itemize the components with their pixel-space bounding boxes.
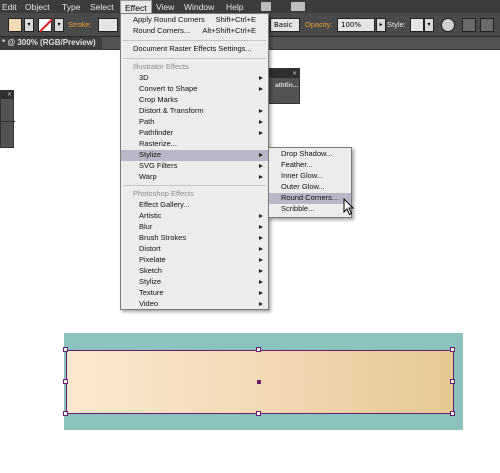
menu-item-texture[interactable]: Texture: [121, 288, 268, 299]
recolor-artwork-icon[interactable]: [441, 18, 455, 32]
selection-handle[interactable]: [450, 347, 455, 352]
menu-help[interactable]: Help: [226, 2, 243, 12]
effect-menu: Apply Round Corners Shift+Ctrl+E Round C…: [120, 13, 269, 310]
submenu-arrow-icon: [259, 214, 263, 218]
submenu-arrow-icon: [259, 258, 263, 262]
menu-item-stylize-photoshop[interactable]: Stylize: [121, 277, 268, 288]
submenu-arrow-icon: [259, 109, 263, 113]
menu-item-round-corners[interactable]: Round Corners... Alt+Shift+Ctrl+E: [121, 26, 268, 37]
menu-item-pathfinder[interactable]: Pathfinder: [121, 128, 268, 139]
submenu-arrow-icon: [259, 269, 263, 273]
submenu-arrow-icon: [259, 291, 263, 295]
menu-view[interactable]: View: [156, 2, 174, 12]
stroke-label: Stroke:: [68, 20, 92, 29]
menu-item-artistic[interactable]: Artistic: [121, 211, 268, 222]
submenu-item-scribble[interactable]: Scribble...: [269, 204, 351, 215]
mouse-pointer-icon: [343, 198, 355, 216]
arrange-documents-icon[interactable]: [291, 2, 305, 11]
menu-type[interactable]: Type: [62, 2, 80, 12]
fill-dropdown-arrow-icon[interactable]: ▾: [24, 18, 34, 32]
menu-select[interactable]: Select: [90, 2, 114, 12]
submenu-arrow-icon: [259, 131, 263, 135]
pathfinder-tab[interactable]: athfin...: [275, 82, 298, 89]
stroke-dropdown-arrow-icon[interactable]: ▾: [54, 18, 64, 32]
menu-item-path[interactable]: Path: [121, 117, 268, 128]
brush-style-dropdown[interactable]: Basic: [270, 18, 300, 32]
stroke-color-swatch[interactable]: [38, 18, 52, 32]
panel-close-icon[interactable]: ×: [1, 91, 13, 99]
transform-icon[interactable]: [480, 18, 494, 32]
menu-item-3d[interactable]: 3D: [121, 73, 268, 84]
submenu-item-feather[interactable]: Feather...: [269, 160, 351, 171]
left-floating-panel: ×: [0, 90, 15, 148]
submenu-arrow-icon: [259, 236, 263, 240]
center-point: [257, 380, 261, 384]
fill-color-swatch[interactable]: [8, 18, 22, 32]
document-tab[interactable]: * @ 300% (RGB/Preview): [0, 37, 102, 50]
menu-edit[interactable]: Edit: [2, 2, 17, 12]
selection-handle[interactable]: [256, 411, 261, 416]
stroke-weight-field[interactable]: [98, 18, 118, 32]
menu-item-video[interactable]: Video: [121, 299, 268, 310]
selection-handle[interactable]: [256, 347, 261, 352]
submenu-arrow-icon: [259, 302, 263, 306]
selection-handle[interactable]: [450, 379, 455, 384]
selection-handle[interactable]: [63, 379, 68, 384]
menu-item-sketch[interactable]: Sketch: [121, 266, 268, 277]
pathfinder-panel: × athfin...: [268, 68, 300, 104]
menu-item-crop-marks[interactable]: Crop Marks: [121, 95, 268, 106]
opacity-dropdown-arrow-icon[interactable]: ▸: [376, 18, 386, 32]
selection-handle[interactable]: [63, 347, 68, 352]
submenu-arrow-icon: [259, 280, 263, 284]
menu-item-warp[interactable]: Warp: [121, 172, 268, 183]
opacity-field[interactable]: 100%: [337, 18, 375, 32]
menu-item-document-raster-settings[interactable]: Document Raster Effects Settings...: [121, 44, 268, 55]
menu-window[interactable]: Window: [184, 2, 214, 12]
photoshop-effects-header: Photoshop Effects: [133, 189, 194, 198]
menu-item-distort-transform[interactable]: Distort & Transform: [121, 106, 268, 117]
panel-divider: [1, 121, 15, 122]
submenu-arrow-icon: [259, 76, 263, 80]
menu-object[interactable]: Object: [25, 2, 50, 12]
menu-separator: [123, 58, 266, 59]
menu-item-apply-round-corners[interactable]: Apply Round Corners Shift+Ctrl+E: [121, 15, 268, 26]
selection-handle[interactable]: [450, 411, 455, 416]
submenu-arrow-icon: [259, 247, 263, 251]
opacity-label: Opacity:: [305, 20, 333, 29]
menu-item-convert-to-shape[interactable]: Convert to Shape: [121, 84, 268, 95]
menu-item-brush-strokes[interactable]: Brush Strokes: [121, 233, 268, 244]
menu-item-stylize[interactable]: Stylize: [121, 150, 268, 161]
submenu-arrow-icon: [259, 120, 263, 124]
submenu-arrow-icon: [259, 153, 263, 157]
submenu-item-drop-shadow[interactable]: Drop Shadow...: [269, 149, 351, 160]
menu-effect[interactable]: Effect: [120, 0, 152, 13]
submenu-item-round-corners[interactable]: Round Corners...: [269, 193, 351, 204]
menu-item-effect-gallery[interactable]: Effect Gallery...: [121, 200, 268, 211]
menu-separator: [123, 40, 266, 41]
pathfinder-close-icon[interactable]: ×: [269, 69, 299, 78]
submenu-item-outer-glow[interactable]: Outer Glow...: [269, 182, 351, 193]
align-icon[interactable]: [462, 18, 476, 32]
menu-item-rasterize[interactable]: Rasterize...: [121, 139, 268, 150]
menu-item-distort[interactable]: Distort: [121, 244, 268, 255]
menu-bar: Edit Object Type Select Effect View Wind…: [0, 0, 500, 13]
menu-separator: [123, 185, 266, 186]
graphic-style-swatch[interactable]: [410, 18, 424, 32]
submenu-item-inner-glow[interactable]: Inner Glow...: [269, 171, 351, 182]
stylize-submenu: Drop Shadow... Feather... Inner Glow... …: [268, 147, 352, 218]
style-label: Style:: [387, 20, 406, 29]
bridge-icon[interactable]: [261, 2, 271, 11]
selection-handle[interactable]: [63, 411, 68, 416]
menu-item-svg-filters[interactable]: SVG Filters: [121, 161, 268, 172]
illustrator-effects-header: Illustrator Effects: [133, 62, 189, 71]
menu-item-pixelate[interactable]: Pixelate: [121, 255, 268, 266]
submenu-arrow-icon: [259, 87, 263, 91]
submenu-arrow-icon: [259, 175, 263, 179]
style-dropdown-arrow-icon[interactable]: ▾: [424, 18, 434, 32]
submenu-arrow-icon: [259, 225, 263, 229]
submenu-arrow-icon: [259, 164, 263, 168]
menu-item-blur[interactable]: Blur: [121, 222, 268, 233]
